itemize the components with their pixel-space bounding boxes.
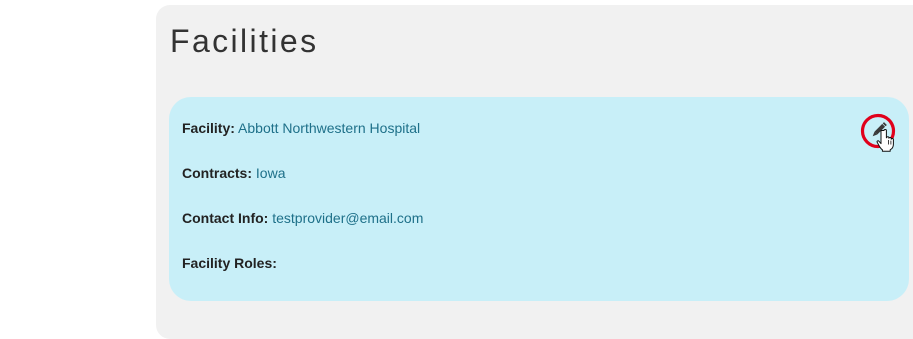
facility-roles-row: Facility Roles: — [182, 254, 277, 272]
facility-roles-label: Facility Roles: — [182, 255, 277, 271]
contracts-value: Iowa — [255, 165, 286, 181]
contact-info-label: Contact Info: — [182, 210, 269, 226]
contact-info-row: Contact Info: testprovider@email.com — [182, 209, 423, 227]
facility-value: Abbott Northwestern Hospital — [238, 120, 421, 136]
facility-card: Facility: Abbott Northwestern Hospital C… — [169, 97, 909, 301]
facility-row: Facility: Abbott Northwestern Hospital — [182, 119, 420, 137]
hand-cursor-icon — [876, 128, 894, 152]
facilities-panel: Facilities Facility: Abbott Northwestern… — [156, 5, 913, 339]
contracts-row: Contracts: Iowa — [182, 164, 285, 182]
contracts-label: Contracts: — [182, 165, 253, 181]
page-title: Facilities — [170, 23, 319, 59]
contact-info-value: testprovider@email.com — [272, 210, 424, 226]
facility-label: Facility: — [182, 120, 235, 136]
edit-facility-button[interactable] — [860, 113, 898, 155]
